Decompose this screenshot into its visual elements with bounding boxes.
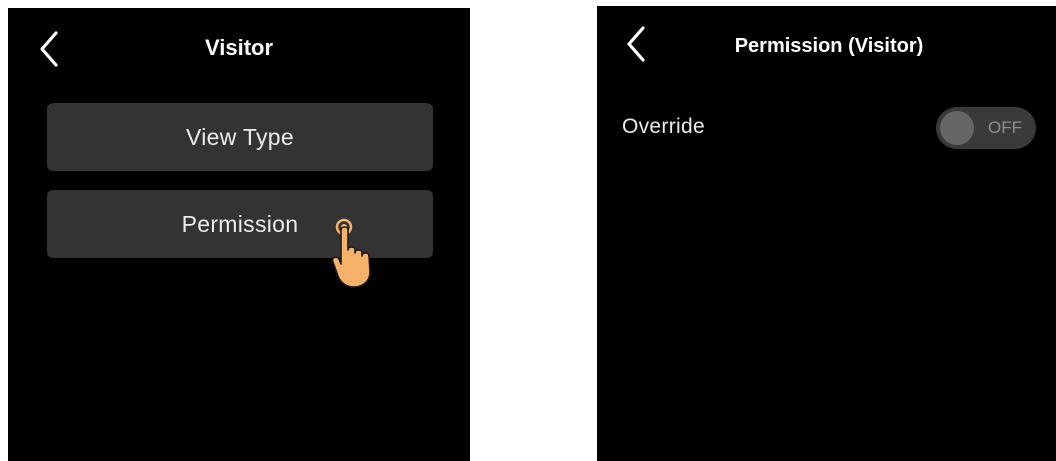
back-button[interactable] (623, 24, 653, 64)
permission-label: Permission (181, 210, 299, 237)
permission-button[interactable]: Permission (47, 190, 433, 258)
view-type-button[interactable]: View Type (47, 103, 433, 171)
page-title: Visitor (204, 35, 274, 60)
visitor-screen: Visitor View Type Permission (8, 8, 470, 461)
page-title: Permission (Visitor) (734, 35, 924, 57)
override-toggle[interactable]: OFF (936, 107, 1036, 149)
override-label: Override (622, 115, 705, 138)
toggle-knob (940, 111, 974, 145)
chevron-left-icon (627, 26, 645, 62)
toggle-state-label: OFF (988, 118, 1022, 137)
view-type-label: View Type (186, 123, 294, 150)
permission-screen: Permission (Visitor) Override OFF (597, 6, 1056, 461)
